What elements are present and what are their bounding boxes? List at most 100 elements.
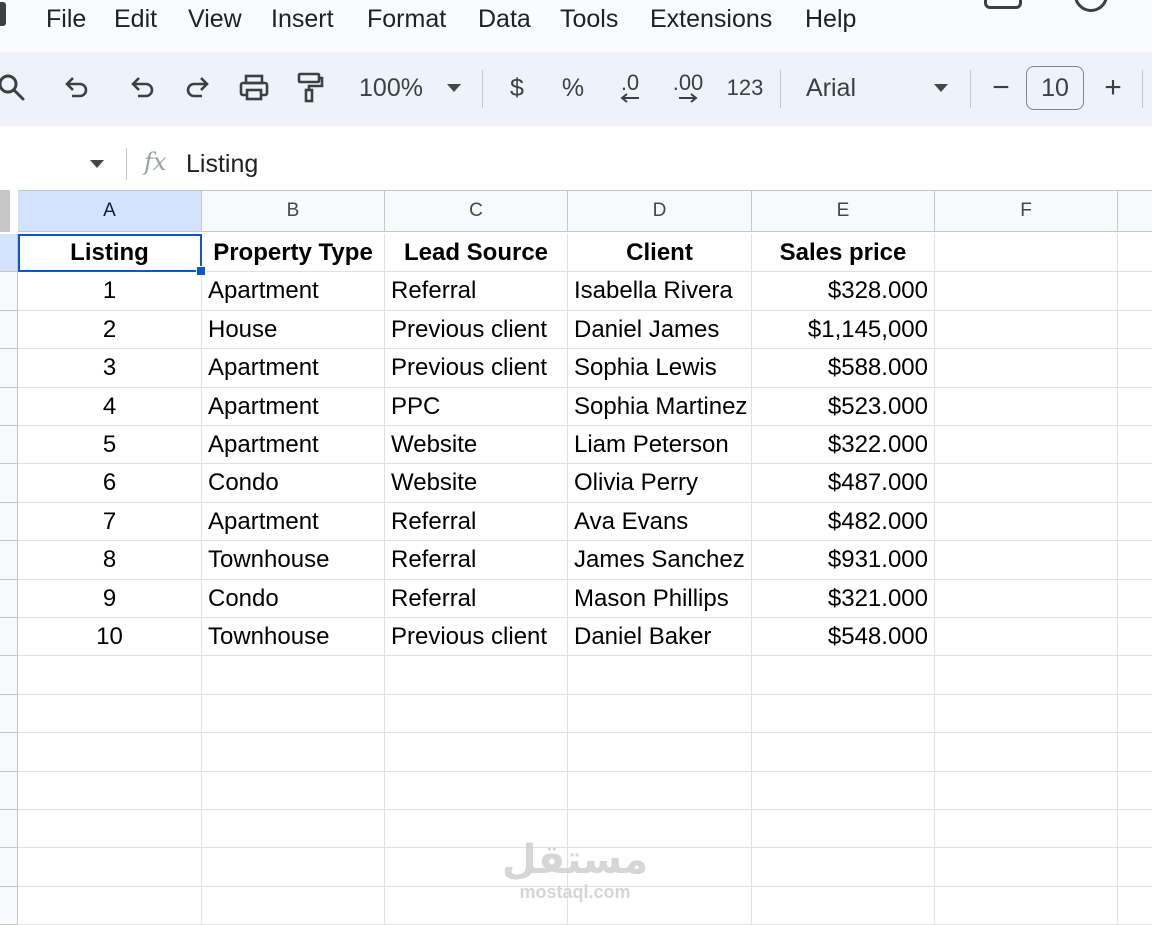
empty-cell[interactable] — [1118, 772, 1152, 810]
percent-format-button[interactable]: % — [558, 68, 588, 108]
data-cell[interactable]: Referral — [385, 272, 568, 311]
undo-button[interactable] — [58, 68, 94, 108]
header-cell[interactable]: Property Type — [202, 234, 385, 273]
empty-cell[interactable] — [1118, 848, 1152, 887]
data-cell[interactable]: Ava Evans — [568, 502, 752, 542]
row-header[interactable] — [0, 502, 18, 542]
row-header[interactable] — [0, 387, 18, 426]
empty-cell[interactable] — [202, 848, 385, 887]
row-header[interactable] — [0, 272, 18, 311]
increase-font-size-button[interactable]: + — [1098, 68, 1128, 108]
empty-cell[interactable] — [752, 694, 935, 734]
data-cell[interactable]: 8 — [18, 541, 202, 580]
increase-decimal-button[interactable]: .00 — [666, 68, 710, 108]
data-cell[interactable]: 1 — [18, 272, 202, 311]
empty-cell[interactable] — [385, 848, 568, 887]
data-cell[interactable]: 5 — [18, 426, 202, 465]
row-header[interactable] — [0, 618, 18, 657]
row-header[interactable] — [0, 886, 18, 925]
empty-cell[interactable] — [935, 310, 1118, 350]
empty-cell[interactable] — [1118, 272, 1152, 311]
data-cell[interactable]: $328.000 — [752, 272, 935, 311]
empty-cell[interactable] — [752, 771, 935, 810]
data-cell[interactable]: $322.000 — [752, 426, 935, 465]
data-cell[interactable]: Condo — [202, 579, 385, 618]
row-header[interactable] — [0, 694, 18, 734]
empty-cell[interactable] — [935, 464, 1118, 503]
data-cell[interactable]: Referral — [385, 541, 568, 580]
row-header[interactable] — [0, 771, 18, 810]
empty-cell[interactable] — [1118, 810, 1152, 849]
data-cell[interactable]: Previous client — [385, 618, 568, 657]
more-formats-button[interactable]: 123 — [724, 68, 766, 108]
empty-cell[interactable] — [935, 771, 1118, 810]
menu-format[interactable]: Format — [367, 4, 446, 34]
data-cell[interactable]: Previous client — [385, 310, 568, 350]
empty-cell[interactable] — [935, 618, 1118, 657]
decrease-decimal-button[interactable]: .0 — [610, 68, 650, 108]
data-cell[interactable]: Referral — [385, 502, 568, 542]
data-cell[interactable]: Apartment — [202, 502, 385, 542]
empty-cell[interactable] — [752, 810, 935, 849]
empty-cell[interactable] — [1118, 541, 1152, 580]
empty-cell[interactable] — [18, 733, 202, 772]
column-header-b[interactable]: B — [202, 190, 385, 232]
empty-cell[interactable] — [1118, 656, 1152, 695]
data-cell[interactable]: Sophia Martinez — [568, 387, 752, 426]
empty-cell[interactable] — [935, 810, 1118, 849]
data-cell[interactable]: 2 — [18, 310, 202, 350]
empty-cell[interactable] — [568, 771, 752, 810]
empty-cell[interactable] — [568, 733, 752, 772]
currency-format-button[interactable]: $ — [502, 68, 532, 108]
data-cell[interactable]: 4 — [18, 387, 202, 426]
empty-cell[interactable] — [18, 886, 202, 925]
empty-cell[interactable] — [1118, 887, 1152, 925]
font-family-select[interactable]: Arial — [806, 68, 948, 108]
data-cell[interactable]: Mason Phillips — [568, 579, 752, 618]
empty-cell[interactable] — [1118, 618, 1152, 657]
empty-cell[interactable] — [1118, 580, 1152, 618]
empty-cell[interactable] — [752, 656, 935, 695]
data-cell[interactable]: $321.000 — [752, 579, 935, 618]
data-cell[interactable]: PPC — [385, 387, 568, 426]
row-header[interactable] — [0, 464, 18, 503]
data-cell[interactable]: Apartment — [202, 426, 385, 465]
row-header[interactable] — [0, 733, 18, 772]
data-cell[interactable]: 9 — [18, 579, 202, 618]
empty-cell[interactable] — [935, 733, 1118, 772]
column-header-partial[interactable] — [1118, 190, 1152, 232]
data-cell[interactable]: Apartment — [202, 387, 385, 426]
empty-cell[interactable] — [935, 426, 1118, 465]
name-box-dropdown-icon[interactable] — [90, 160, 104, 168]
font-size-input[interactable]: 10 — [1026, 66, 1084, 110]
empty-cell[interactable] — [202, 733, 385, 772]
empty-cell[interactable] — [202, 694, 385, 734]
data-cell[interactable]: Website — [385, 464, 568, 503]
empty-cell[interactable] — [935, 502, 1118, 542]
empty-cell[interactable] — [18, 848, 202, 887]
empty-cell[interactable] — [752, 733, 935, 772]
data-cell[interactable]: Liam Peterson — [568, 426, 752, 465]
print-button[interactable] — [236, 68, 272, 108]
column-header-d[interactable]: D — [568, 190, 752, 232]
row-header[interactable] — [0, 579, 18, 618]
empty-cell[interactable] — [752, 886, 935, 925]
empty-cell[interactable] — [18, 656, 202, 695]
undo-alt-button[interactable] — [124, 68, 160, 108]
empty-cell[interactable] — [202, 886, 385, 925]
header-cell[interactable]: Listing — [18, 234, 202, 273]
empty-cell[interactable] — [568, 656, 752, 695]
header-cell[interactable]: Sales price — [752, 234, 935, 273]
row-header[interactable] — [0, 310, 18, 350]
data-cell[interactable]: Sophia Lewis — [568, 349, 752, 388]
fill-handle[interactable] — [196, 266, 206, 276]
empty-cell[interactable] — [202, 810, 385, 849]
data-cell[interactable]: 7 — [18, 502, 202, 542]
empty-cell[interactable] — [1118, 388, 1152, 426]
empty-cell[interactable] — [935, 234, 1118, 273]
row-header[interactable] — [0, 541, 18, 580]
data-cell[interactable]: Referral — [385, 579, 568, 618]
menu-view[interactable]: View — [188, 4, 242, 34]
formula-input[interactable]: Listing — [186, 150, 258, 179]
header-cell[interactable]: Client — [568, 234, 752, 273]
